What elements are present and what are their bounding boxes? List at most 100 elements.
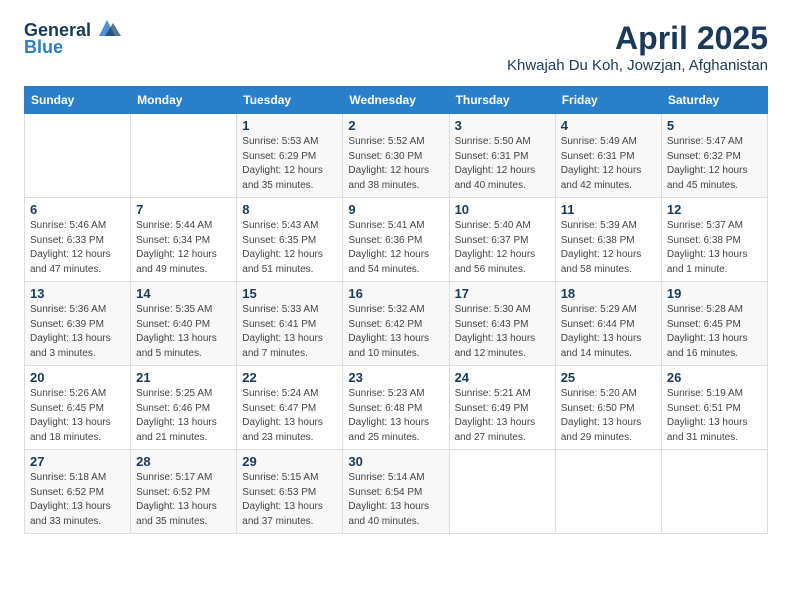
logo-blue: Blue [24, 37, 63, 58]
calendar-cell: 2Sunrise: 5:52 AM Sunset: 6:30 PM Daylig… [343, 114, 449, 198]
day-detail: Sunrise: 5:35 AM Sunset: 6:40 PM Dayligh… [136, 303, 231, 361]
calendar-cell: 3 Sunrise: 5:50 AM Sunset: 6:31 PM Daylig… [449, 114, 555, 198]
calendar-cell: 25 Sunrise: 5:20 AM Sunset: 6:50 PM Dayli… [555, 366, 661, 450]
calendar-cell: 17 Sunrise: 5:30 AM Sunset: 6:43 PM Dayli… [449, 282, 555, 366]
day-detail: Sunrise: 5:21 AM Sunset: 6:49 PM Dayligh… [455, 387, 550, 445]
day-number: 15 [242, 286, 337, 301]
calendar-cell [555, 450, 661, 534]
calendar-table: SundayMondayTuesdayWednesdayThursdayFrid… [24, 86, 768, 534]
day-number: 1 [242, 118, 337, 133]
day-number: 12 [667, 202, 762, 217]
day-number: 6 [30, 202, 125, 217]
calendar-cell: 4 Sunrise: 5:49 AM Sunset: 6:31 PM Daylig… [555, 114, 661, 198]
day-detail: Sunrise: 5:24 AM Sunset: 6:47 PM Dayligh… [242, 387, 337, 445]
day-number: 27 [30, 454, 125, 469]
calendar-cell: 9 Sunrise: 5:41 AM Sunset: 6:36 PM Daylig… [343, 198, 449, 282]
day-detail: Sunrise: 5:53 AM Sunset: 6:29 PM Dayligh… [242, 135, 337, 193]
day-detail: Sunrise: 5:43 AM Sunset: 6:35 PM Dayligh… [242, 219, 337, 277]
day-detail: Sunrise: 5:19 AM Sunset: 6:51 PM Dayligh… [667, 387, 762, 445]
day-number: 16 [348, 286, 443, 301]
day-number: 25 [561, 370, 656, 385]
day-number: 13 [30, 286, 125, 301]
header: General Blue April 2025 Khwajah Du Koh, … [24, 20, 768, 74]
day-detail: Sunrise: 5:28 AM Sunset: 6:45 PM Dayligh… [667, 303, 762, 361]
day-number: 19 [667, 286, 762, 301]
day-number: 24 [455, 370, 550, 385]
day-detail: Sunrise: 5:49 AM Sunset: 6:31 PM Dayligh… [561, 135, 656, 193]
day-number: 5 [667, 118, 762, 133]
weekday-header-thursday: Thursday [449, 87, 555, 114]
weekday-header-saturday: Saturday [661, 87, 767, 114]
day-detail: Sunrise: 5:39 AM Sunset: 6:38 PM Dayligh… [561, 219, 656, 277]
calendar-cell: 15 Sunrise: 5:33 AM Sunset: 6:41 PM Dayli… [237, 282, 343, 366]
day-detail: Sunrise: 5:25 AM Sunset: 6:46 PM Dayligh… [136, 387, 231, 445]
day-number: 23 [348, 370, 443, 385]
day-detail: Sunrise: 5:18 AM Sunset: 6:52 PM Dayligh… [30, 471, 125, 529]
day-number: 18 [561, 286, 656, 301]
day-detail: Sunrise: 5:17 AM Sunset: 6:52 PM Dayligh… [136, 471, 231, 529]
day-detail: Sunrise: 5:14 AM Sunset: 6:54 PM Dayligh… [348, 471, 443, 529]
calendar-cell [449, 450, 555, 534]
weekday-header-wednesday: Wednesday [343, 87, 449, 114]
calendar-cell: 14 Sunrise: 5:35 AM Sunset: 6:40 PM Dayli… [131, 282, 237, 366]
weekday-header-monday: Monday [131, 87, 237, 114]
day-number: 22 [242, 370, 337, 385]
calendar-week-3: 13 Sunrise: 5:36 AM Sunset: 6:39 PM Dayli… [25, 282, 768, 366]
day-detail: Sunrise: 5:41 AM Sunset: 6:36 PM Dayligh… [348, 219, 443, 277]
calendar-cell: 30 Sunrise: 5:14 AM Sunset: 6:54 PM Dayli… [343, 450, 449, 534]
day-number: 20 [30, 370, 125, 385]
day-detail: Sunrise: 5:36 AM Sunset: 6:39 PM Dayligh… [30, 303, 125, 361]
day-number: 9 [348, 202, 443, 217]
calendar-week-5: 27 Sunrise: 5:18 AM Sunset: 6:52 PM Dayli… [25, 450, 768, 534]
calendar-cell: 6Sunrise: 5:46 AM Sunset: 6:33 PM Daylig… [25, 198, 131, 282]
day-number: 14 [136, 286, 231, 301]
logo-icon [93, 18, 121, 40]
title-area: April 2025 Khwajah Du Koh, Jowzjan, Afgh… [507, 20, 768, 74]
calendar-week-2: 6Sunrise: 5:46 AM Sunset: 6:33 PM Daylig… [25, 198, 768, 282]
calendar-cell: 20 Sunrise: 5:26 AM Sunset: 6:45 PM Dayli… [25, 366, 131, 450]
day-number: 4 [561, 118, 656, 133]
day-detail: Sunrise: 5:50 AM Sunset: 6:31 PM Dayligh… [455, 135, 550, 193]
calendar-cell: 27 Sunrise: 5:18 AM Sunset: 6:52 PM Dayli… [25, 450, 131, 534]
logo: General Blue [24, 20, 121, 58]
day-number: 26 [667, 370, 762, 385]
calendar-cell: 1 Sunrise: 5:53 AM Sunset: 6:29 PM Daylig… [237, 114, 343, 198]
day-detail: Sunrise: 5:20 AM Sunset: 6:50 PM Dayligh… [561, 387, 656, 445]
day-number: 8 [242, 202, 337, 217]
day-number: 3 [455, 118, 550, 133]
day-detail: Sunrise: 5:47 AM Sunset: 6:32 PM Dayligh… [667, 135, 762, 193]
calendar-cell [25, 114, 131, 198]
calendar-cell: 11 Sunrise: 5:39 AM Sunset: 6:38 PM Dayli… [555, 198, 661, 282]
calendar-cell: 13 Sunrise: 5:36 AM Sunset: 6:39 PM Dayli… [25, 282, 131, 366]
day-number: 17 [455, 286, 550, 301]
day-detail: Sunrise: 5:26 AM Sunset: 6:45 PM Dayligh… [30, 387, 125, 445]
day-number: 11 [561, 202, 656, 217]
calendar-cell: 29 Sunrise: 5:15 AM Sunset: 6:53 PM Dayli… [237, 450, 343, 534]
day-number: 30 [348, 454, 443, 469]
calendar-cell: 10Sunrise: 5:40 AM Sunset: 6:37 PM Dayli… [449, 198, 555, 282]
weekday-header-tuesday: Tuesday [237, 87, 343, 114]
day-detail: Sunrise: 5:40 AM Sunset: 6:37 PM Dayligh… [455, 219, 550, 277]
calendar-cell: 22 Sunrise: 5:24 AM Sunset: 6:47 PM Dayli… [237, 366, 343, 450]
calendar-cell: 24 Sunrise: 5:21 AM Sunset: 6:49 PM Dayli… [449, 366, 555, 450]
calendar-cell: 18 Sunrise: 5:29 AM Sunset: 6:44 PM Dayli… [555, 282, 661, 366]
day-detail: Sunrise: 5:29 AM Sunset: 6:44 PM Dayligh… [561, 303, 656, 361]
day-detail: Sunrise: 5:15 AM Sunset: 6:53 PM Dayligh… [242, 471, 337, 529]
calendar-cell: 28 Sunrise: 5:17 AM Sunset: 6:52 PM Dayli… [131, 450, 237, 534]
calendar-cell [131, 114, 237, 198]
day-detail: Sunrise: 5:37 AM Sunset: 6:38 PM Dayligh… [667, 219, 762, 277]
day-detail: Sunrise: 5:52 AM Sunset: 6:30 PM Dayligh… [348, 135, 443, 193]
calendar-cell: 26 Sunrise: 5:19 AM Sunset: 6:51 PM Dayli… [661, 366, 767, 450]
day-number: 29 [242, 454, 337, 469]
day-detail: Sunrise: 5:33 AM Sunset: 6:41 PM Dayligh… [242, 303, 337, 361]
location-title: Khwajah Du Koh, Jowzjan, Afghanistan [507, 57, 768, 74]
calendar-cell: 7Sunrise: 5:44 AM Sunset: 6:34 PM Daylig… [131, 198, 237, 282]
day-detail: Sunrise: 5:32 AM Sunset: 6:42 PM Dayligh… [348, 303, 443, 361]
calendar-cell: 23 Sunrise: 5:23 AM Sunset: 6:48 PM Dayli… [343, 366, 449, 450]
calendar-cell: 16 Sunrise: 5:32 AM Sunset: 6:42 PM Dayli… [343, 282, 449, 366]
day-detail: Sunrise: 5:23 AM Sunset: 6:48 PM Dayligh… [348, 387, 443, 445]
calendar-cell: 12 Sunrise: 5:37 AM Sunset: 6:38 PM Dayli… [661, 198, 767, 282]
calendar-week-4: 20 Sunrise: 5:26 AM Sunset: 6:45 PM Dayli… [25, 366, 768, 450]
day-detail: Sunrise: 5:30 AM Sunset: 6:43 PM Dayligh… [455, 303, 550, 361]
day-number: 28 [136, 454, 231, 469]
